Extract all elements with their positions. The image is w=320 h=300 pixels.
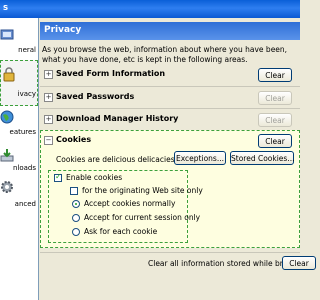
collapse-toggle[interactable]: − [44,136,53,145]
privacy-header: Privacy [40,22,300,40]
sidebar-item-label: ivacy [17,90,36,98]
web-features-icon [0,110,14,124]
sidebar-item-privacy[interactable]: ivacy [0,62,38,104]
cookies-header: − Cookies Clear [40,134,300,150]
sidebar-item-web-features[interactable]: eatures [0,108,38,144]
advanced-gear-icon [1,181,13,193]
privacy-intro-text: As you browse the web, information about… [42,45,288,64]
saved-passwords-section: + Saved Passwords Clear [40,91,300,107]
window-titlebar[interactable]: s [0,0,300,18]
options-sidebar: neral ivacy eatures nloads anced [0,18,39,300]
expand-toggle[interactable]: + [44,115,53,124]
clear-saved-form-button[interactable]: Clear [258,68,292,82]
window-title: s [3,3,9,13]
general-icon [0,29,14,40]
accept-normally-label: Accept cookies normally [84,199,176,208]
clear-download-history-button[interactable]: Clear [258,113,292,127]
sidebar-item-general[interactable]: neral [0,20,38,56]
enable-cookies-label: Enable cookies [66,173,123,182]
expand-toggle[interactable]: + [44,93,53,102]
clear-saved-passwords-button[interactable]: Clear [258,91,292,105]
footer-divider [40,252,300,253]
privacy-lock-icon [3,67,15,82]
section-label: Download Manager History [56,114,179,123]
clear-cookies-button[interactable]: Clear [258,134,292,148]
ask-each-radio[interactable] [72,228,80,236]
session-only-label: Accept for current session only [84,213,201,222]
clear-all-button[interactable]: Clear [282,256,316,270]
originating-site-checkbox[interactable] [70,187,78,195]
sidebar-item-label: neral [18,46,36,54]
cookies-description: Cookies are delicious delicacies. [56,155,178,164]
session-only-radio[interactable] [72,214,80,222]
downloads-icon [0,149,14,162]
page-title: Privacy [44,25,82,35]
stored-cookies-button[interactable]: Stored Cookies... [230,151,294,165]
exceptions-button[interactable]: Exceptions... [174,151,226,165]
section-divider [40,108,300,109]
section-label: Saved Passwords [56,92,135,101]
section-label: Saved Form Information [56,69,166,78]
section-divider [40,86,300,87]
expand-toggle[interactable]: + [44,70,53,79]
enable-cookies-checkbox[interactable] [54,172,62,182]
ask-each-label: Ask for each cookie [84,227,158,236]
sidebar-item-advanced[interactable]: anced [0,180,38,216]
sidebar-item-downloads[interactable]: nloads [0,146,38,182]
originating-site-label: for the originating Web site only [82,186,203,195]
section-label: Cookies [56,135,92,144]
sidebar-item-label: anced [14,200,36,208]
sidebar-item-label: nloads [12,164,36,172]
sidebar-item-label: eatures [9,128,36,136]
saved-form-section: + Saved Form Information Clear [40,68,300,84]
download-history-section: + Download Manager History Clear [40,113,300,129]
accept-normally-radio[interactable] [72,200,80,208]
